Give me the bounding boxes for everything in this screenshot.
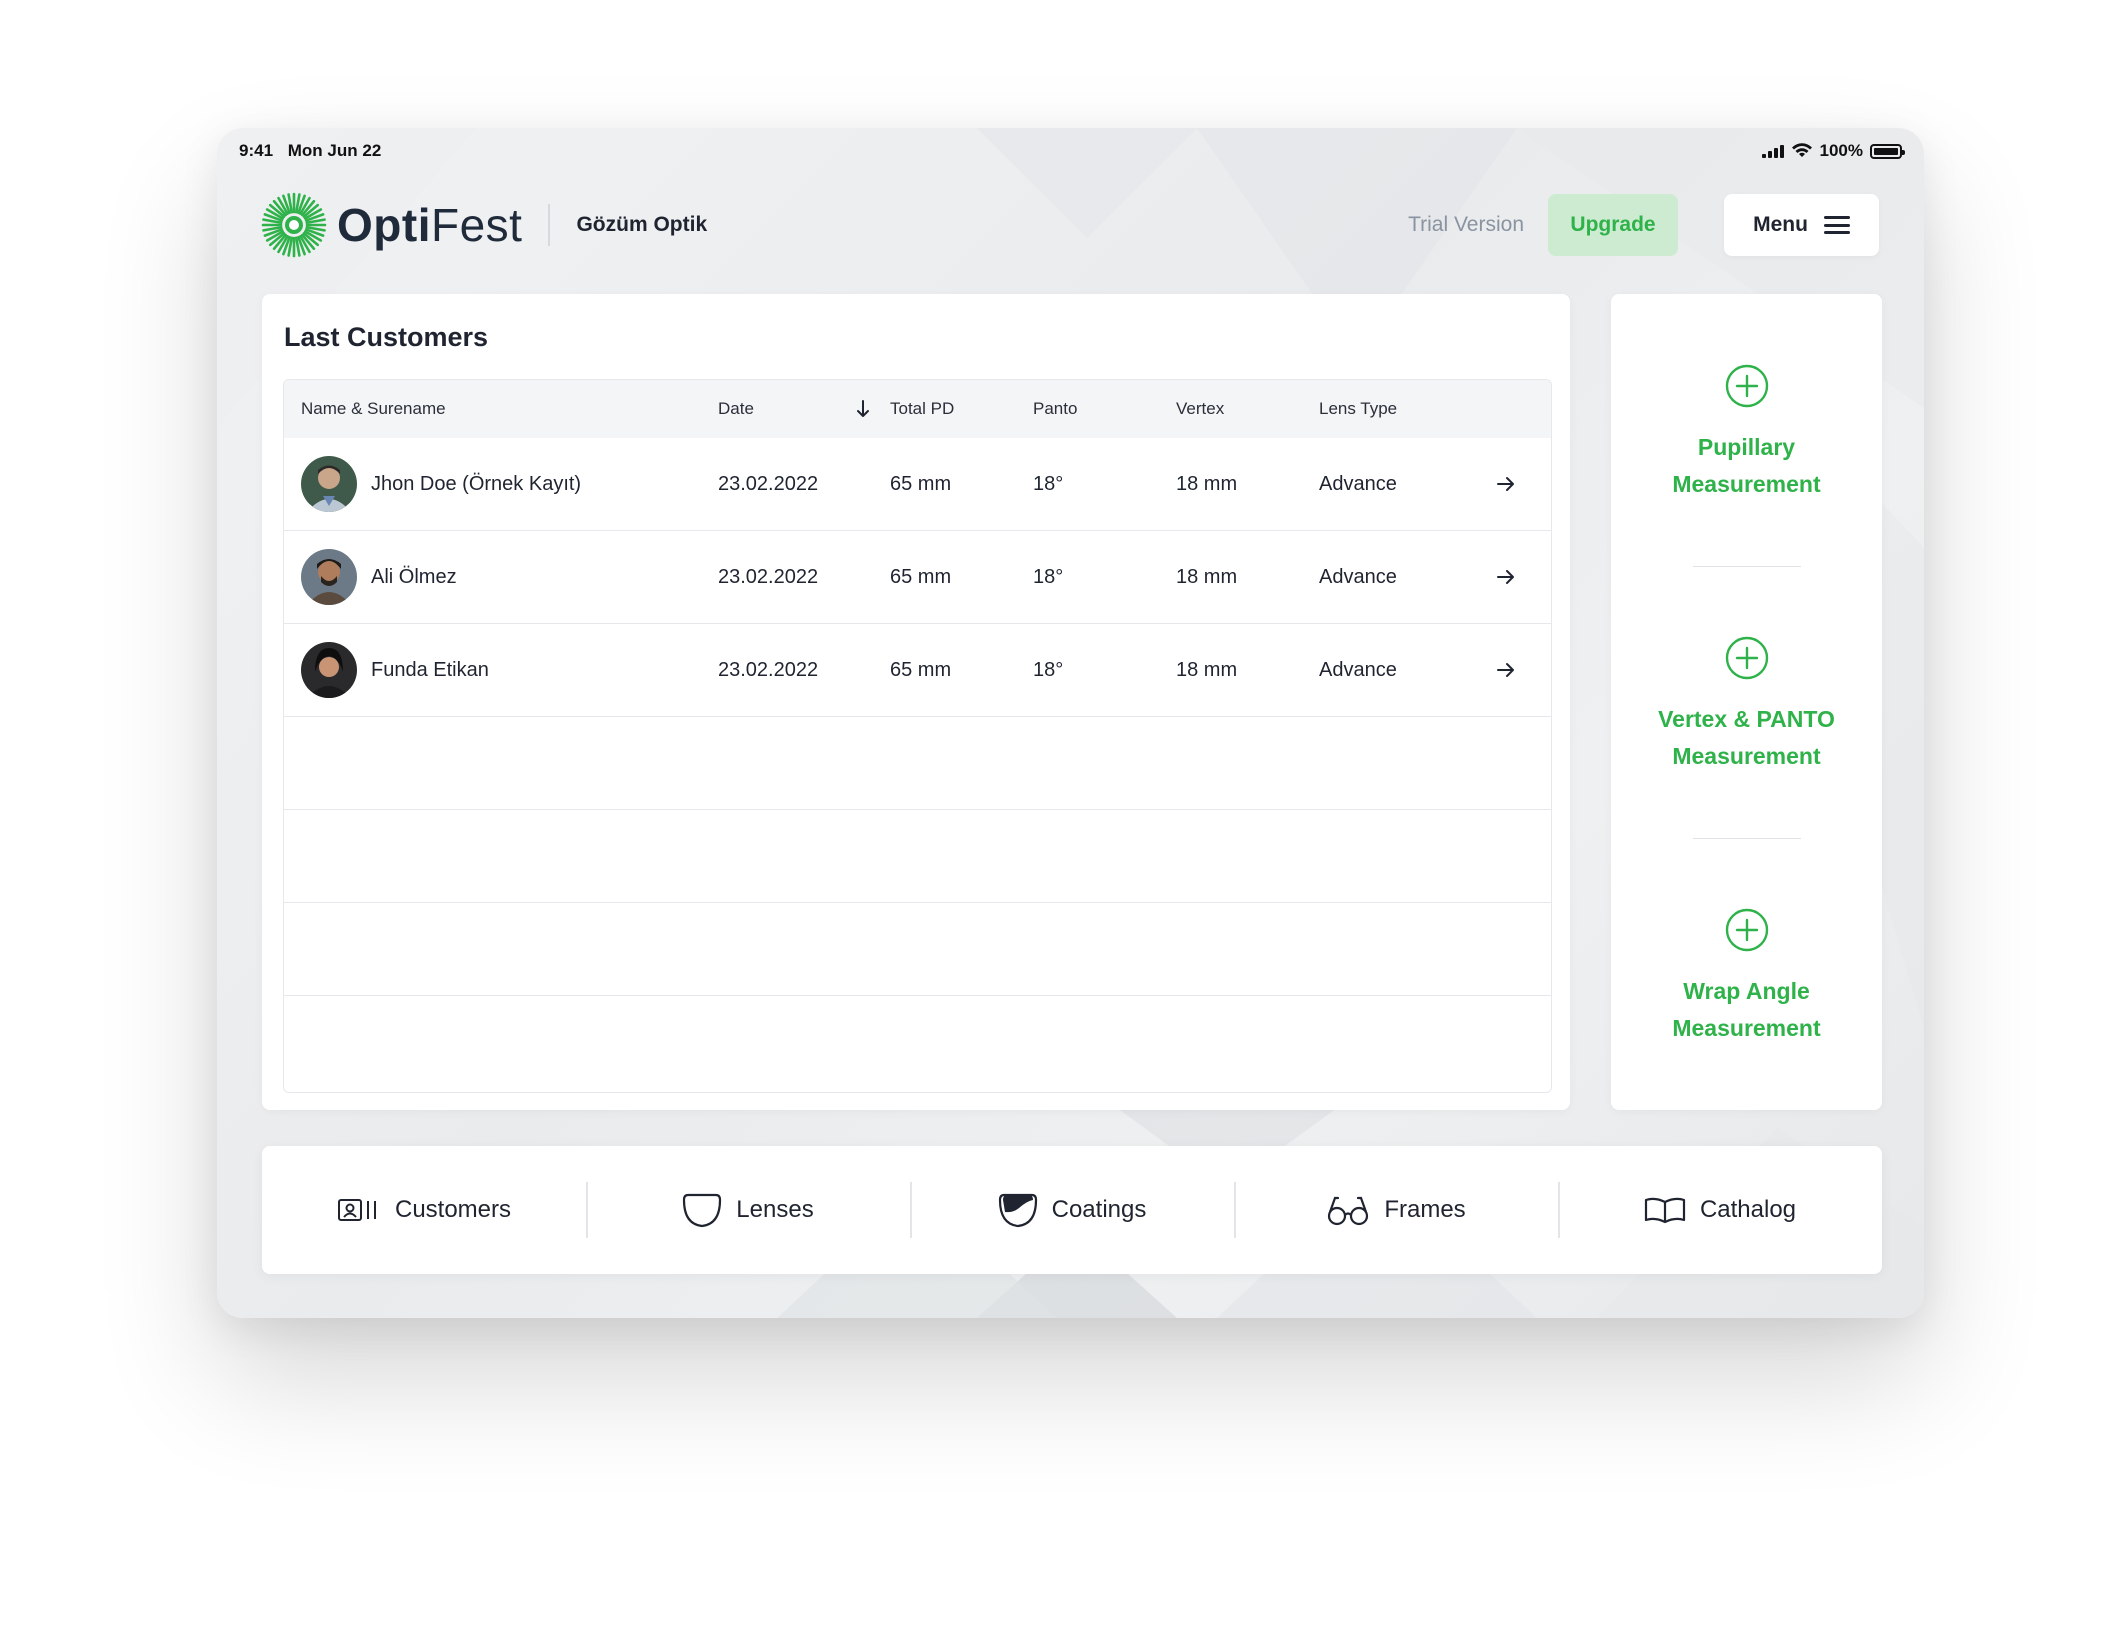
measurement-subtitle: Measurement xyxy=(1672,1015,1821,1041)
customer-vertex: 18 mm xyxy=(1176,658,1238,681)
customers-icon xyxy=(337,1199,376,1221)
avatar xyxy=(301,549,357,605)
customer-vertex: 18 mm xyxy=(1176,565,1238,588)
empty-row xyxy=(284,810,1551,903)
measurements-card: Pupillary Measurement Vertex & PANTO Mea… xyxy=(1611,294,1882,1110)
customer-name: Funda Etikan xyxy=(371,658,489,681)
vertex-panto-measurement-button[interactable]: Vertex & PANTO Measurement xyxy=(1611,636,1882,775)
nav-customers[interactable]: Customers xyxy=(262,1146,586,1274)
avatar xyxy=(301,642,357,698)
wifi-icon xyxy=(1791,143,1812,157)
status-time: 9:41 xyxy=(239,141,274,160)
optifest-logo[interactable]: OptiFest xyxy=(261,192,522,258)
customer-total-pd: 65 mm xyxy=(890,472,952,495)
customer-panto: 18° xyxy=(1033,565,1064,588)
add-circle-icon xyxy=(1725,636,1768,680)
divider xyxy=(1693,838,1801,839)
nav-label: Coatings xyxy=(1051,1196,1147,1223)
customer-date: 23.02.2022 xyxy=(718,565,819,588)
pupillary-measurement-button[interactable]: Pupillary Measurement xyxy=(1611,364,1882,503)
logo-bold-text: Opti xyxy=(337,199,431,251)
cellular-signal-icon xyxy=(1761,144,1784,158)
column-vertex[interactable]: Vertex xyxy=(1176,399,1319,419)
nav-lenses[interactable]: Lenses xyxy=(586,1146,910,1274)
nav-label: Lenses xyxy=(736,1196,814,1223)
table-row[interactable]: Funda Etikan 23.02.2022 65 mm 18° 18 mm … xyxy=(284,624,1551,717)
table-row[interactable]: Jhon Doe (Örnek Kayıt) 23.02.2022 65 mm … xyxy=(284,438,1551,531)
add-circle-icon xyxy=(1725,908,1768,952)
column-lens-type[interactable]: Lens Type xyxy=(1319,399,1476,419)
nav-frames[interactable]: Frames xyxy=(1234,1146,1558,1274)
customer-lens-type: Advance xyxy=(1319,472,1397,495)
coating-icon xyxy=(998,1193,1037,1228)
battery-icon xyxy=(1870,143,1905,159)
add-circle-icon xyxy=(1725,364,1768,408)
lens-icon xyxy=(683,1193,722,1228)
arrow-right-icon[interactable] xyxy=(1497,569,1515,585)
menu-label: Menu xyxy=(1753,213,1808,236)
arrow-right-icon[interactable] xyxy=(1497,662,1515,678)
upgrade-button[interactable]: Upgrade xyxy=(1548,194,1678,256)
table-row[interactable]: Ali Ölmez 23.02.2022 65 mm 18° 18 mm Adv… xyxy=(284,531,1551,624)
customer-vertex: 18 mm xyxy=(1176,472,1238,495)
customer-panto: 18° xyxy=(1033,658,1064,681)
measurement-subtitle: Measurement xyxy=(1672,471,1821,497)
battery-percent: 100% xyxy=(1819,141,1863,160)
nav-label: Customers xyxy=(394,1196,512,1223)
store-name: Gözüm Optik xyxy=(576,213,708,236)
customer-name: Ali Ölmez xyxy=(371,565,457,588)
measurement-title: Wrap Angle xyxy=(1683,978,1810,1004)
customer-total-pd: 65 mm xyxy=(890,658,952,681)
nav-label: Frames xyxy=(1384,1196,1466,1223)
column-date-label: Date xyxy=(718,399,754,418)
customer-total-pd: 65 mm xyxy=(890,565,952,588)
customer-panto: 18° xyxy=(1033,472,1064,495)
glasses-icon xyxy=(1328,1196,1369,1226)
customer-date: 23.02.2022 xyxy=(718,658,819,681)
nav-coatings[interactable]: Coatings xyxy=(910,1146,1234,1274)
hamburger-icon xyxy=(1823,216,1850,234)
book-icon xyxy=(1644,1197,1686,1224)
last-customers-card: Last Customers Name & Surename Date Tota… xyxy=(262,294,1570,1110)
arrow-right-icon[interactable] xyxy=(1497,476,1515,492)
measurement-title: Vertex & PANTO xyxy=(1658,706,1835,732)
customer-name: Jhon Doe (Örnek Kayıt) xyxy=(371,472,582,495)
status-date: Mon Jun 22 xyxy=(287,141,382,160)
customer-date: 23.02.2022 xyxy=(718,472,819,495)
measurement-subtitle: Measurement xyxy=(1672,743,1821,769)
logo-wordmark: OptiFest xyxy=(337,198,522,252)
empty-row xyxy=(284,717,1551,810)
trial-version-label: Trial Version xyxy=(1408,213,1524,236)
column-name[interactable]: Name & Surename xyxy=(284,399,718,419)
card-title: Last Customers xyxy=(284,322,489,352)
tablet-frame: 9:41 Mon Jun 22 100% OptiFest Gözüm Opti… xyxy=(217,128,1924,1318)
nav-label: Cathalog xyxy=(1699,1196,1797,1223)
customer-lens-type: Advance xyxy=(1319,658,1397,681)
table-header: Name & Surename Date Total PD Panto Vert… xyxy=(284,380,1551,438)
divider xyxy=(1693,566,1801,567)
logo-light-text: Fest xyxy=(430,199,523,251)
status-bar: 9:41 Mon Jun 22 100% xyxy=(239,136,1905,166)
sunburst-logo-icon xyxy=(261,192,327,258)
header-divider xyxy=(548,204,551,246)
column-date[interactable]: Date xyxy=(718,399,890,419)
bottom-nav: Customers Lenses Coatings Frames Cathalo… xyxy=(262,1146,1882,1274)
column-total-pd[interactable]: Total PD xyxy=(890,399,1033,419)
menu-button[interactable]: Menu xyxy=(1724,194,1879,256)
customers-table: Name & Surename Date Total PD Panto Vert… xyxy=(283,379,1552,1093)
wrap-angle-measurement-button[interactable]: Wrap Angle Measurement xyxy=(1611,908,1882,1047)
column-panto[interactable]: Panto xyxy=(1033,399,1176,419)
app-header: OptiFest Gözüm Optik Trial Version Upgra… xyxy=(261,192,1879,258)
sort-down-icon[interactable] xyxy=(856,400,870,418)
customer-lens-type: Advance xyxy=(1319,565,1397,588)
avatar xyxy=(301,456,357,512)
measurement-title: Pupillary xyxy=(1697,434,1796,460)
empty-row xyxy=(284,903,1551,996)
nav-cathalog[interactable]: Cathalog xyxy=(1558,1146,1882,1274)
